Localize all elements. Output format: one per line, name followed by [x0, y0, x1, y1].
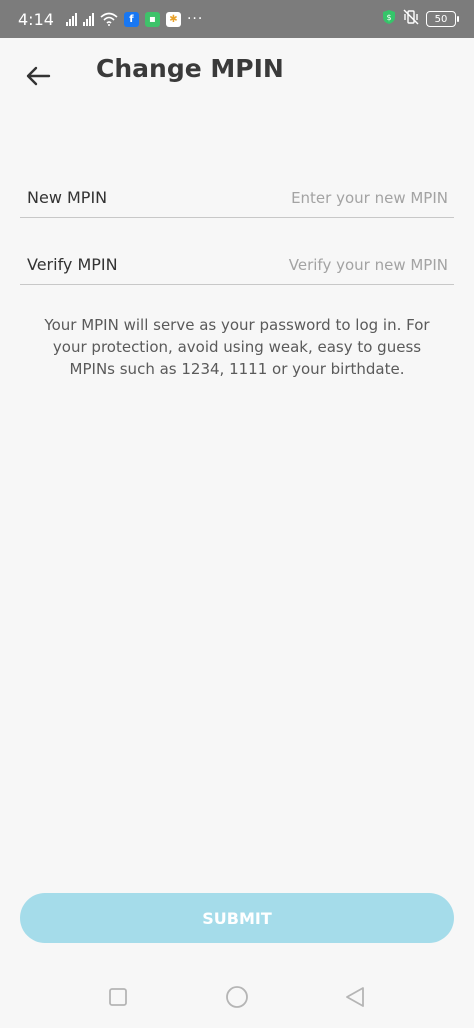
wifi-icon	[100, 12, 118, 26]
facebook-icon: f	[123, 11, 139, 27]
submit-button[interactable]: SUBMIT	[20, 893, 454, 943]
home-button[interactable]	[224, 984, 250, 1010]
square-icon	[109, 988, 127, 1006]
signal-icon	[65, 12, 77, 26]
page-title: Change MPIN	[96, 54, 284, 83]
new-mpin-field: New MPIN	[20, 178, 454, 218]
verify-mpin-field: Verify MPIN	[20, 245, 454, 285]
verify-mpin-input[interactable]	[216, 254, 454, 275]
messenger-icon: ▪	[144, 11, 160, 27]
arrow-left-icon	[26, 66, 51, 86]
mute-vibrate-icon	[402, 9, 420, 29]
new-mpin-label: New MPIN	[27, 188, 108, 207]
header: Change MPIN	[0, 52, 474, 96]
more-notifications-icon: ···	[186, 11, 204, 27]
photos-icon: ✱	[165, 11, 181, 27]
battery-indicator: 50	[426, 11, 459, 27]
mpin-helper-text: Your MPIN will serve as your password to…	[44, 316, 430, 378]
new-mpin-input[interactable]	[216, 187, 454, 208]
status-left: 4:14 f ▪ ✱ ···	[18, 10, 203, 29]
status-time: 4:14	[18, 9, 54, 29]
back-button[interactable]	[22, 60, 54, 92]
circle-icon	[226, 986, 248, 1008]
verify-mpin-label: Verify MPIN	[27, 255, 118, 274]
status-bar: 4:14 f ▪ ✱ ··· $ 50	[0, 0, 474, 38]
signal-icon	[82, 12, 94, 26]
svg-text:$: $	[386, 13, 391, 22]
navigation-bar	[0, 972, 474, 1020]
triangle-back-icon	[346, 987, 364, 1007]
shield-icon: $	[382, 9, 396, 29]
status-right: $ 50	[382, 9, 459, 29]
recent-apps-button[interactable]	[105, 984, 131, 1010]
system-back-button[interactable]	[342, 984, 368, 1010]
